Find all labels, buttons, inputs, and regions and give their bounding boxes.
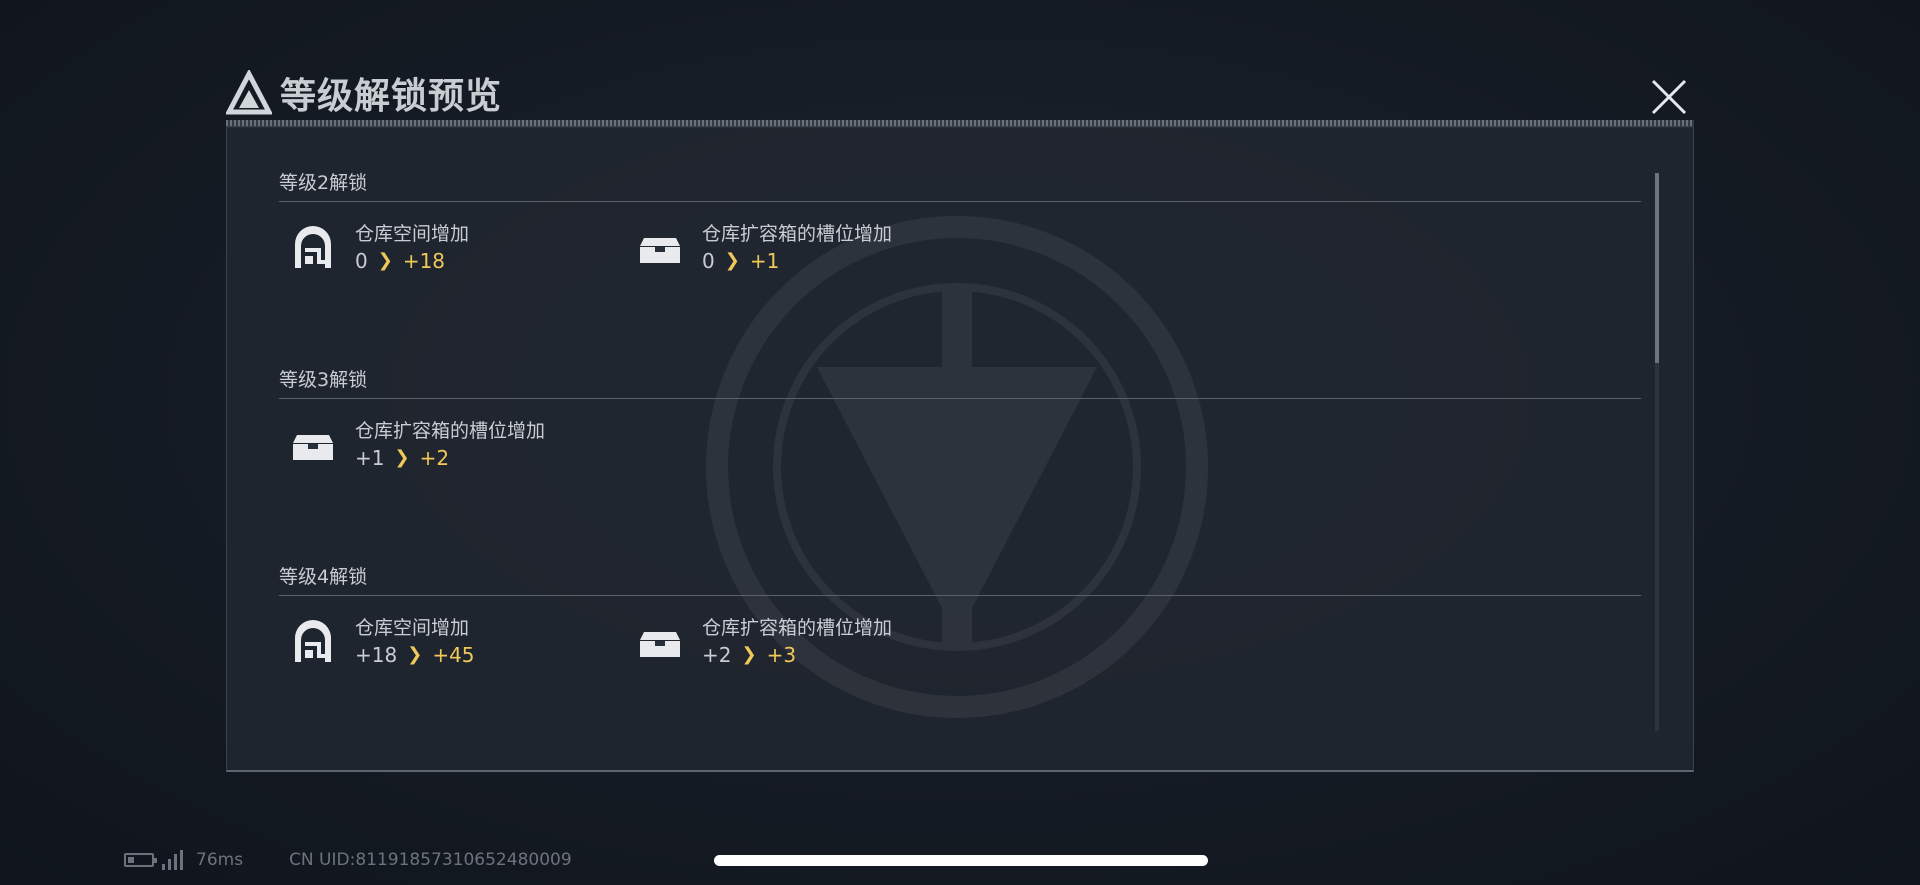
section-divider bbox=[279, 201, 1641, 202]
item-label: 仓库扩容箱的槽位增加 bbox=[702, 223, 893, 245]
section-divider bbox=[279, 398, 1641, 399]
scrollbar-thumb[interactable] bbox=[1655, 173, 1659, 363]
unlock-item: 仓库扩容箱的槽位增加 +1 ❯ +2 bbox=[279, 419, 626, 473]
dialog-header: 等级解锁预览 bbox=[226, 68, 502, 118]
unlock-section-level-3: 等级3解锁 仓库扩容箱的槽位增加 +1 ❯ +2 bbox=[279, 364, 1641, 561]
item-label: 仓库扩容箱的槽位增加 bbox=[702, 617, 893, 639]
item-values: +18 ❯ +45 bbox=[355, 640, 475, 670]
home-indicator[interactable] bbox=[714, 855, 1208, 866]
unlock-section-level-2: 等级2解锁 仓库空间增加 0 ❯ +18 仓库扩容箱的槽位增加 0 ❯ +1 bbox=[279, 167, 1641, 364]
item-values: 0 ❯ +18 bbox=[355, 246, 469, 276]
value-to: +18 bbox=[402, 249, 446, 273]
value-to: +3 bbox=[766, 643, 797, 667]
chevron-right-icon: ❯ bbox=[741, 644, 757, 665]
signal-icon bbox=[162, 850, 186, 870]
item-label: 仓库空间增加 bbox=[355, 617, 470, 639]
item-values: +2 ❯ +3 bbox=[702, 640, 892, 670]
item-values: 0 ❯ +1 bbox=[702, 246, 892, 276]
unlock-item: 仓库空间增加 0 ❯ +18 bbox=[279, 222, 626, 276]
unlock-preview-panel[interactable]: 等级2解锁 仓库空间增加 0 ❯ +18 仓库扩容箱的槽位增加 0 ❯ +1 等… bbox=[226, 126, 1694, 772]
value-from: +1 bbox=[355, 446, 385, 470]
unlock-section-level-4: 等级4解锁 仓库空间增加 +18 ❯ +45 仓库扩容箱的槽位增加 +2 ❯ +… bbox=[279, 561, 1641, 758]
value-to: +1 bbox=[749, 249, 780, 273]
chevron-right-icon: ❯ bbox=[394, 447, 410, 468]
value-to: +45 bbox=[432, 643, 475, 667]
chevron-right-icon: ❯ bbox=[724, 250, 740, 271]
user-uid: CN UID:81191857310652480009 bbox=[289, 850, 572, 870]
value-from: 0 bbox=[702, 249, 715, 273]
storage-box-icon bbox=[640, 238, 680, 263]
section-title: 等级4解锁 bbox=[279, 566, 368, 588]
section-title: 等级3解锁 bbox=[279, 369, 368, 391]
close-button[interactable] bbox=[1640, 68, 1698, 126]
chevron-right-icon: ❯ bbox=[377, 250, 393, 271]
storage-box-icon bbox=[640, 632, 680, 657]
unlock-item: 仓库扩容箱的槽位增加 +2 ❯ +3 bbox=[626, 616, 973, 670]
warehouse-icon bbox=[295, 226, 331, 268]
item-values: +1 ❯ +2 bbox=[355, 443, 545, 473]
value-to: +2 bbox=[419, 446, 450, 470]
ping-value: 76ms bbox=[196, 850, 244, 870]
dialog-title: 等级解锁预览 bbox=[280, 76, 503, 117]
section-divider bbox=[279, 595, 1641, 596]
battery-icon bbox=[124, 853, 157, 867]
storage-box-icon bbox=[293, 435, 333, 460]
close-icon bbox=[1651, 79, 1687, 115]
unlock-item: 仓库扩容箱的槽位增加 0 ❯ +1 bbox=[626, 222, 973, 276]
value-from: 0 bbox=[355, 249, 368, 273]
triangle-logo-icon bbox=[226, 70, 272, 115]
chevron-right-icon: ❯ bbox=[407, 644, 423, 665]
item-label: 仓库扩容箱的槽位增加 bbox=[355, 420, 546, 442]
warehouse-icon bbox=[295, 620, 331, 662]
item-label: 仓库空间增加 bbox=[355, 223, 470, 245]
section-title: 等级2解锁 bbox=[279, 172, 368, 194]
value-from: +2 bbox=[702, 643, 732, 667]
unlock-list: 等级2解锁 仓库空间增加 0 ❯ +18 仓库扩容箱的槽位增加 0 ❯ +1 等… bbox=[279, 167, 1641, 758]
status-bar: 76ms CN UID:81191857310652480009 bbox=[124, 848, 572, 872]
value-from: +18 bbox=[355, 643, 398, 667]
unlock-item: 仓库空间增加 +18 ❯ +45 bbox=[279, 616, 626, 670]
